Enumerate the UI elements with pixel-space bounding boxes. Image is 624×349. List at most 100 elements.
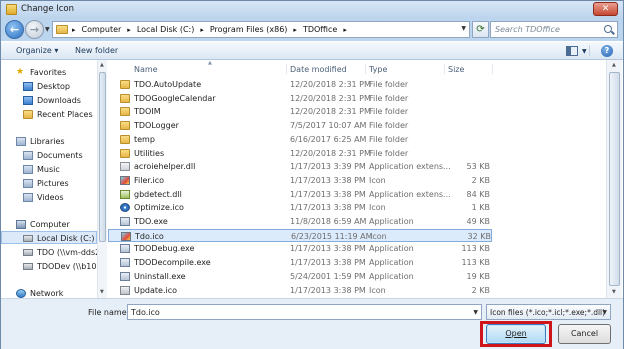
column-header-name[interactable]: Name: [134, 65, 158, 74]
scroll-up-icon[interactable]: ▲: [100, 62, 104, 68]
file-row[interactable]: TDO.AutoUpdate 12/20/2018 2:31 PM File fol…: [108, 78, 492, 91]
column-header-size[interactable]: Size: [448, 65, 464, 74]
file-name: TDO.AutoUpdate: [134, 80, 202, 89]
scroll-up-icon[interactable]: ▲: [612, 62, 616, 68]
search-icon[interactable]: [604, 25, 612, 33]
scroll-down-icon[interactable]: ▼: [100, 289, 104, 295]
back-button[interactable]: ←: [5, 20, 24, 39]
sidebar-item-libraries[interactable]: Libraries: [1, 135, 97, 148]
file-name-value: Tdo.ico: [131, 308, 160, 317]
desktop-icon: [23, 82, 33, 91]
icon-file-icon: [120, 203, 130, 213]
breadcrumb-computer[interactable]: Computer: [82, 25, 122, 34]
sidebar-label: Music: [37, 165, 60, 174]
file-row[interactable]: Tdo.ico 6/23/2015 11:19 AM Icon 32 KB: [108, 228, 492, 242]
breadcrumb-local-disk[interactable]: Local Disk (C:): [137, 25, 195, 34]
sidebar-item-downloads[interactable]: Downloads: [1, 94, 97, 107]
change-icon-dialog: Change Icon ✕ ← → ▼ ▸ Computer ▸ Local Disk…: [0, 0, 624, 349]
sidebar-item-network[interactable]: Network: [1, 287, 97, 298]
organize-button[interactable]: Organize ▾: [16, 46, 58, 55]
sidebar-item-local-disk[interactable]: Local Disk (C:): [1, 231, 97, 244]
file-row[interactable]: TDO.exe 11/8/2018 6:59 AM Application 49 KB: [108, 215, 492, 228]
sidebar-item-favorites[interactable]: ★ Favorites: [1, 66, 97, 79]
navigation-pane: ★ Favorites Desktop Downloads Recent Pla…: [1, 60, 97, 298]
breadcrumb-chevron-icon[interactable]: ▸: [127, 26, 131, 34]
exe-file-icon: [120, 271, 130, 281]
sidebar-item-pictures[interactable]: Pictures: [1, 177, 97, 190]
file-row[interactable]: Filer.ico 1/17/2013 3:38 PM Icon 2 KB: [108, 174, 492, 187]
sidebar-label: Desktop: [37, 82, 70, 91]
file-row[interactable]: Update.ico 1/17/2013 3:38 PM Icon 2 KB: [108, 284, 492, 297]
cancel-button[interactable]: Cancel: [558, 324, 611, 344]
breadcrumb-chevron-icon[interactable]: ▸: [200, 26, 204, 34]
file-name: TDODecompile.exe: [134, 258, 211, 268]
breadcrumb-program-files[interactable]: Program Files (x86): [210, 25, 288, 34]
file-row[interactable]: acroiehelper.dll 1/17/2013 3:39 PM Applica…: [108, 160, 492, 173]
file-type: File folder: [369, 80, 409, 89]
file-name-field[interactable]: Tdo.ico ▼: [127, 304, 482, 320]
folder-icon: [6, 4, 17, 15]
open-label: Open: [505, 329, 527, 338]
file-row[interactable]: TDOGoogleCalendar 12/20/2018 2:31 PM File …: [108, 92, 492, 105]
breadcrumb-chevron-icon[interactable]: ▸: [293, 26, 297, 34]
sidebar-label: Documents: [37, 151, 83, 160]
file-row[interactable]: TDODebug.exe 1/17/2013 3:38 PM Application…: [108, 242, 492, 255]
file-list-scrollbar[interactable]: ▲ ▼: [606, 60, 622, 298]
file-name: TDODebug.exe: [134, 244, 195, 254]
exe-file-icon: [120, 244, 130, 254]
column-divider[interactable]: [286, 64, 287, 74]
scrollbar-thumb[interactable]: [609, 72, 620, 286]
refresh-button[interactable]: ⟳: [472, 21, 489, 38]
file-size: 2 KB: [471, 285, 490, 295]
sidebar-item-recent-places[interactable]: Recent Places: [1, 108, 97, 121]
sidebar-item-desktop[interactable]: Desktop: [1, 80, 97, 93]
scroll-down-icon[interactable]: ▼: [612, 289, 616, 295]
help-icon[interactable]: ?: [601, 45, 613, 57]
file-date: 12/20/2018 2:31 PM: [290, 80, 371, 89]
scrollbar-thumb[interactable]: [99, 72, 106, 242]
file-name-dropdown-icon[interactable]: ▼: [473, 309, 478, 316]
address-dropdown-icon[interactable]: ▼: [461, 25, 466, 32]
file-name: Utilities: [134, 148, 165, 158]
sidebar-item-tdo-network-drive[interactable]: TDO (\\vm-dds2: [1, 246, 97, 259]
file-row[interactable]: TDODecompile.exe 1/17/2013 3:38 PM Applica…: [108, 256, 492, 269]
file-date: 1/17/2013 3:38 PM: [290, 175, 366, 185]
file-size: 19 KB: [466, 271, 490, 281]
column-header-date[interactable]: Date modified: [290, 65, 347, 74]
file-row[interactable]: Uninstall.exe 5/24/2001 1:59 PM Applicatio…: [108, 270, 492, 283]
column-divider[interactable]: [492, 64, 493, 74]
file-date: 1/17/2013 3:38 PM: [290, 285, 366, 295]
file-row[interactable]: temp 6/16/2017 6:25 AM File folder: [108, 133, 492, 146]
file-name: gbdetect.dll: [134, 189, 182, 199]
file-date: 7/5/2017 10:07 AM: [290, 121, 367, 131]
file-row[interactable]: Optimize.ico 1/17/2013 3:38 PM Icon 1 KB: [108, 201, 492, 214]
file-row[interactable]: TDOLogger 7/5/2017 10:07 AM File folder: [108, 119, 492, 132]
change-view-icon[interactable]: [566, 46, 578, 56]
sidebar-item-documents[interactable]: Documents: [1, 149, 97, 162]
file-row[interactable]: TDOIM 12/20/2018 2:31 PM File folder: [108, 105, 492, 118]
sidebar-item-videos[interactable]: Videos: [1, 191, 97, 204]
file-row[interactable]: gbdetect.dll 1/17/2013 3:38 PM Application…: [108, 188, 492, 201]
column-divider[interactable]: [444, 64, 445, 74]
recent-pages-dropdown[interactable]: ▼: [45, 26, 50, 33]
sidebar-item-tdodev-network-drive[interactable]: TDODev (\\b101c: [1, 260, 97, 273]
file-date: 12/20/2018 2:31 PM: [290, 148, 371, 158]
address-bar[interactable]: ▸ Computer ▸ Local Disk (C:) ▸ Program Files …: [52, 21, 470, 38]
column-divider[interactable]: [365, 64, 366, 74]
close-button[interactable]: ✕: [593, 2, 618, 16]
filter-dropdown-icon[interactable]: ▼: [602, 309, 607, 316]
dll-file-icon: [120, 189, 130, 199]
sidebar-scrollbar[interactable]: ▲ ▼: [97, 60, 107, 298]
search-box[interactable]: Search TDOffice: [490, 21, 618, 38]
breadcrumb-chevron-icon[interactable]: ▸: [343, 26, 347, 34]
sidebar-item-computer[interactable]: Computer: [1, 218, 97, 231]
view-options-dropdown[interactable]: ▼: [582, 48, 587, 60]
file-type-filter[interactable]: Icon files (*.ico;*.icl;*.exe;*.dll) ▼: [486, 304, 611, 320]
new-folder-button[interactable]: New folder: [75, 46, 118, 55]
file-row[interactable]: Utilities 12/20/2018 2:31 PM File folder: [108, 147, 492, 160]
open-button[interactable]: Open: [486, 324, 546, 344]
breadcrumb-tdoffice[interactable]: TDOffice: [303, 25, 337, 34]
column-header-type[interactable]: Type: [369, 65, 387, 74]
forward-button[interactable]: →: [25, 20, 44, 39]
sidebar-item-music[interactable]: Music: [1, 163, 97, 176]
